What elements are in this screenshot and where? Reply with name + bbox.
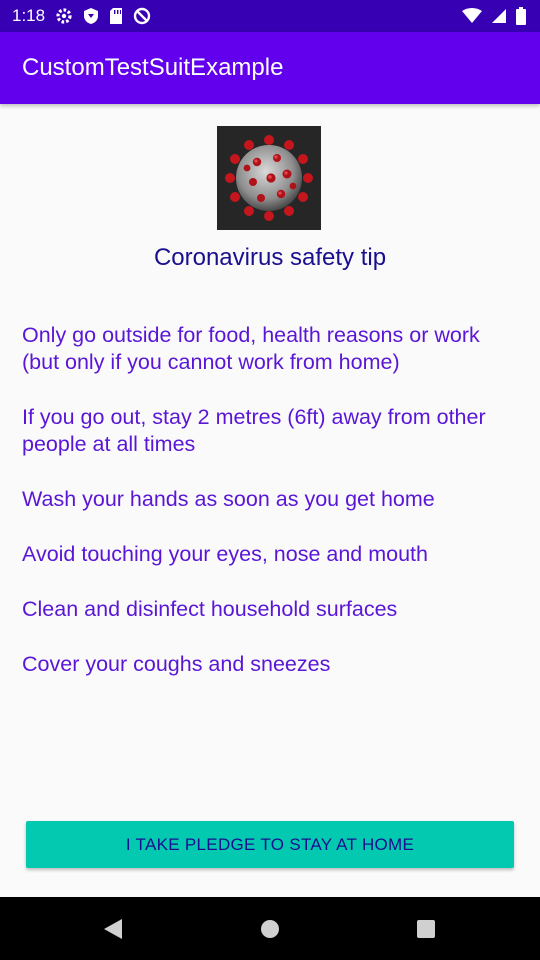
- status-time: 1:18: [12, 6, 46, 25]
- wifi-icon: [462, 8, 482, 24]
- tip-cover-coughs: Cover your coughs and sneezes: [22, 652, 331, 676]
- sd-card-icon: [109, 7, 123, 25]
- pledge-button[interactable]: I TAKE PLEDGE TO STAY AT HOME: [26, 821, 514, 868]
- app-bar: CustomTestSuitExample: [0, 32, 540, 104]
- back-icon[interactable]: [90, 897, 134, 960]
- app-title: CustomTestSuitExample: [22, 54, 284, 81]
- tip-avoid-touching-face: Avoid touching your eyes, nose and mouth: [22, 542, 428, 566]
- signal-icon: [491, 8, 507, 24]
- shield-icon: [83, 7, 99, 25]
- status-right: [462, 0, 526, 32]
- home-icon[interactable]: [248, 897, 292, 960]
- gear-icon: [55, 7, 73, 25]
- page-heading: Coronavirus safety tip: [153, 244, 387, 271]
- navigation-bar: [0, 897, 540, 960]
- tip-distance: If you go out, stay 2 metres (6ft) away …: [22, 405, 486, 456]
- recents-icon[interactable]: [404, 897, 448, 960]
- status-bar: 1:18: [0, 0, 540, 32]
- tips-list: Only go outside for food, health reasons…: [22, 322, 522, 706]
- tip-wash-hands: Wash your hands as soon as you get home: [22, 487, 435, 511]
- tip-stay-inside: Only go outside for food, health reasons…: [22, 323, 480, 374]
- battery-icon: [516, 7, 526, 25]
- coronavirus-image: [217, 126, 321, 230]
- status-left: 1:18: [12, 0, 151, 32]
- no-sign-icon: [133, 7, 151, 25]
- tip-disinfect-surfaces: Clean and disinfect household surfaces: [22, 597, 398, 621]
